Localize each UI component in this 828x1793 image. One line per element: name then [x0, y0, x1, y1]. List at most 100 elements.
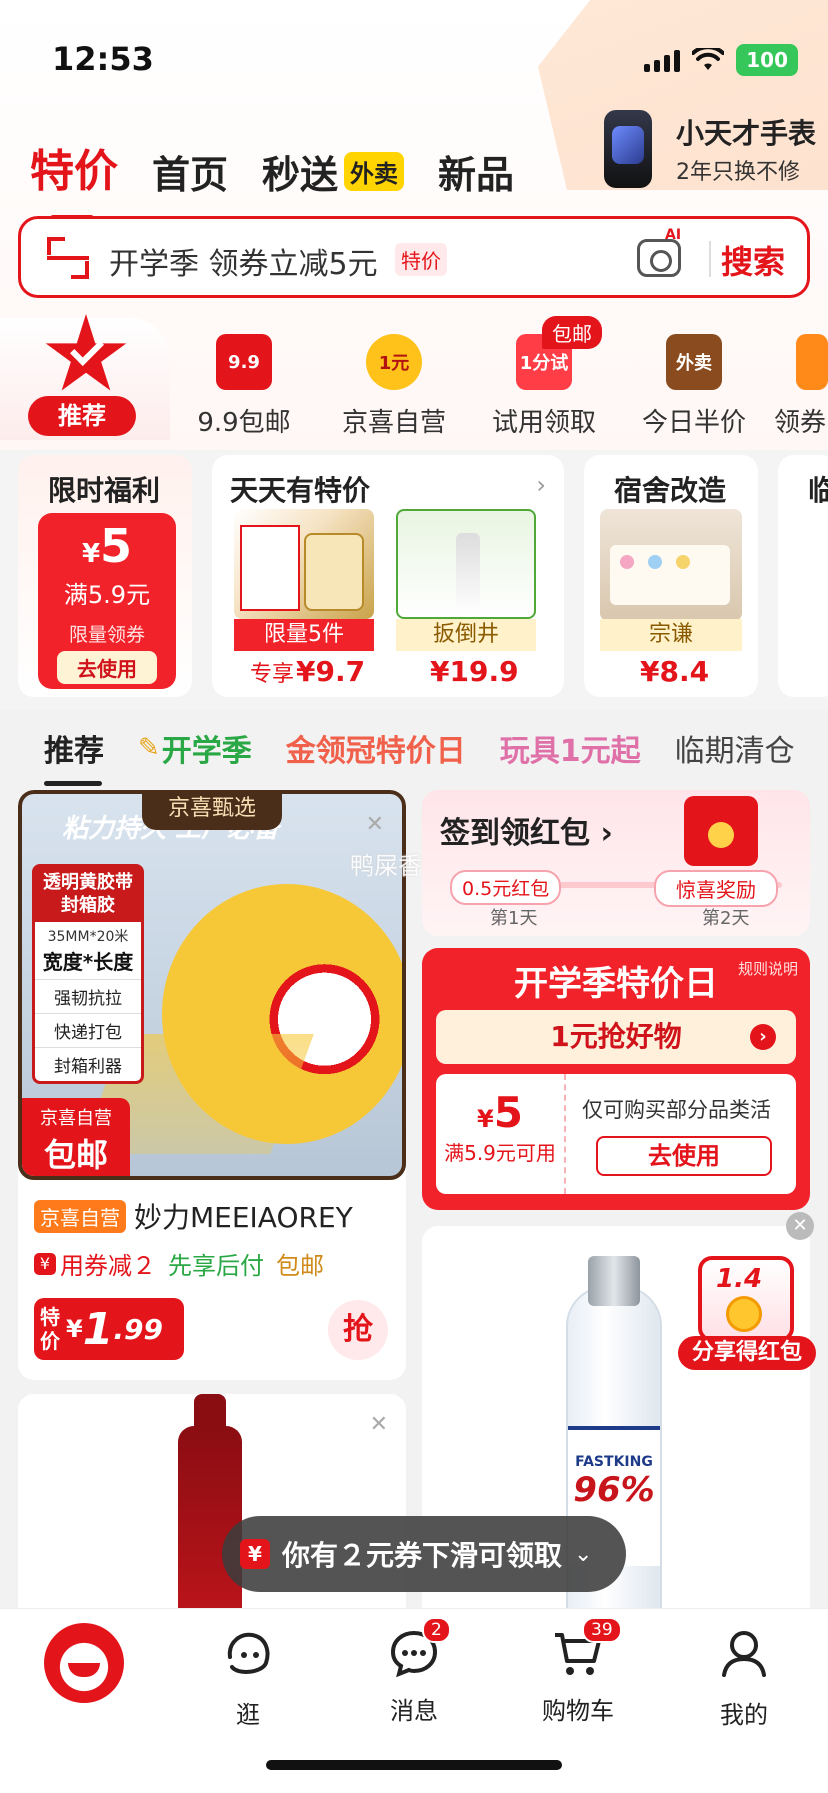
- daily-deal-card[interactable]: 天天有特价 › 限量5件 专享 ¥9.7 扳倒井 ¥19.9: [212, 455, 564, 697]
- category-trial[interactable]: 1分试 试用领取: [474, 334, 614, 439]
- signin-card[interactable]: 签到领红包 › 0.5元红包 惊喜奖励 第1天 第2天: [422, 790, 810, 936]
- product-image[interactable]: [600, 509, 742, 621]
- product-image[interactable]: 粘力持久 工厂必备 透明黄胶带 封箱胶 35MM*20米 宽度*长度 强韧抗拉 …: [18, 790, 406, 1180]
- bag-99-icon: 9.9: [216, 334, 272, 390]
- price-decimal: .99: [113, 1312, 163, 1346]
- share-label[interactable]: 分享得红包: [678, 1336, 816, 1370]
- use-coupon-button[interactable]: 去使用: [596, 1136, 772, 1176]
- coupon-condition: 满5.9元可用: [444, 1141, 556, 1165]
- one-yuan-deal-text: 1元抢好物: [550, 1020, 682, 1053]
- category-label: 领券: [774, 408, 827, 438]
- card-title: 限时福利: [48, 474, 161, 507]
- category-label: 京喜自营: [341, 408, 446, 438]
- grab-button[interactable]: 抢: [328, 1300, 388, 1360]
- search-input[interactable]: 开学季 领券立减5元: [109, 239, 378, 283]
- status-time: 12:53: [52, 40, 154, 78]
- tab-home[interactable]: 首页: [152, 144, 228, 199]
- special-price-label: 特价: [40, 1305, 60, 1353]
- search-divider: [709, 241, 711, 277]
- category-half-price[interactable]: 外卖 今日半价: [624, 334, 764, 439]
- chevron-down-icon: ⌄: [574, 1541, 593, 1567]
- pattern-dot: [676, 555, 690, 569]
- nav-profile[interactable]: 我的: [684, 1627, 804, 1730]
- search-bar[interactable]: 开学季 领券立减5元 特价 AI 搜索: [18, 216, 810, 298]
- price-integer: 1: [82, 1303, 114, 1355]
- feed-tab-recommend[interactable]: 推荐: [44, 726, 104, 786]
- spec-head: 透明黄胶带 封箱胶: [35, 867, 141, 922]
- category-jingxi-self[interactable]: 1元 京喜自营: [324, 334, 464, 439]
- exclusive-label: 专享: [250, 662, 295, 687]
- profile-icon: [722, 1631, 766, 1677]
- feed-tab-clearance[interactable]: 临期清仓: [675, 726, 795, 770]
- header-promo-title[interactable]: 小天才手表: [676, 112, 816, 152]
- rules-link[interactable]: 规则说明: [738, 958, 798, 979]
- coupon-icon: ¥: [240, 1539, 270, 1569]
- category-coupon[interactable]: 领券: [774, 334, 828, 439]
- signin-step-1[interactable]: 0.5元红包: [450, 870, 562, 905]
- tab-new[interactable]: 新品: [438, 144, 514, 199]
- search-tag: 特价: [395, 243, 447, 276]
- signin-title[interactable]: 签到领红包 ›: [440, 808, 613, 852]
- close-icon[interactable]: ✕: [366, 812, 384, 837]
- takeout-box-icon: 外卖: [666, 334, 722, 390]
- search-button[interactable]: 搜索: [721, 237, 785, 283]
- category-99[interactable]: 9.9 9.9包邮: [174, 334, 314, 439]
- camera-icon[interactable]: [637, 239, 681, 277]
- card-title: 宿舍改造: [614, 474, 727, 507]
- header-promo-subtitle[interactable]: 2年只换不修: [676, 154, 800, 186]
- feed-tab-school[interactable]: ✎ 开学季: [138, 726, 252, 770]
- wifi-icon: [692, 48, 725, 70]
- nav-label: 消息: [390, 1697, 438, 1725]
- product-image[interactable]: [396, 509, 536, 619]
- tab-tejia[interactable]: 特价: [30, 135, 118, 221]
- partial-card[interactable]: 临: [778, 455, 828, 697]
- tab-miaosong[interactable]: 秒送 外卖: [262, 144, 405, 199]
- pencil-icon: ✎: [138, 733, 160, 763]
- medicine-jar: [304, 533, 364, 611]
- feed-tab-label: 开学季: [161, 734, 252, 769]
- feed-tab-milk[interactable]: 金领冠特价日: [286, 726, 466, 770]
- coupon-tag: ¥ 用券减２: [34, 1246, 156, 1281]
- product-card[interactable]: ✕: [18, 1394, 406, 1634]
- product-tag: 宗谦: [600, 619, 742, 651]
- one-yuan-deal[interactable]: 1元抢好物 ›: [436, 1010, 796, 1064]
- liquor-bottle: [456, 533, 480, 615]
- school-sale-card[interactable]: 开学季特价日 规则说明 1元抢好物 › ¥5 满5.9元可用 仅可购买部分品类活…: [422, 948, 810, 1210]
- watermark: 鸭屎香: [350, 852, 422, 880]
- nav-messages[interactable]: 2 消息: [354, 1617, 474, 1726]
- price-value: ¥8.4: [640, 655, 710, 688]
- battery-indicator: 100: [736, 44, 798, 76]
- top-badge: 京喜甄选: [142, 790, 282, 830]
- category-recommend[interactable]: 推荐: [28, 396, 136, 436]
- product-card[interactable]: 粘力持久 工厂必备 透明黄胶带 封箱胶 35MM*20米 宽度*长度 强韧抗拉 …: [18, 790, 406, 1380]
- pay-later-tag: 先享后付: [168, 1252, 264, 1280]
- welfare-coupon[interactable]: ¥5 满5.9元 限量领券 去使用: [38, 513, 176, 689]
- free-shipping-badge: 包邮: [542, 316, 602, 349]
- mascot-icon[interactable]: [44, 1623, 124, 1703]
- spec-feature: 封箱利器: [35, 1046, 141, 1081]
- nav-browse[interactable]: 逛: [188, 1627, 308, 1730]
- home-indicator[interactable]: [266, 1760, 562, 1770]
- product-image[interactable]: [234, 509, 374, 619]
- limited-welfare-card[interactable]: 限时福利 ¥5 满5.9元 限量领券 去使用: [18, 455, 192, 697]
- close-icon[interactable]: ✕: [370, 1412, 388, 1437]
- shipping-tag: 包邮: [276, 1252, 324, 1280]
- nav-label: 逛: [236, 1701, 260, 1729]
- watch-product-icon[interactable]: [604, 110, 652, 188]
- coupon-toast[interactable]: ¥ 你有２元券下滑可领取 ⌄: [222, 1516, 626, 1592]
- chevron-right-icon[interactable]: ›: [536, 471, 546, 499]
- share-red-packet[interactable]: 1.4 分享得红包: [678, 1246, 816, 1376]
- scan-line: [47, 256, 89, 260]
- feed-tabs: 推荐 ✎ 开学季 金领冠特价日 玩具1元起 临期清仓: [44, 726, 795, 786]
- dorm-card[interactable]: 宿舍改造 宗谦 ¥8.4: [584, 455, 758, 697]
- nav-cart[interactable]: 39 购物车: [518, 1617, 638, 1726]
- close-float-icon[interactable]: ✕: [786, 1212, 814, 1240]
- price-currency: ¥: [66, 1315, 83, 1343]
- arrow-right-icon: ›: [750, 1024, 776, 1050]
- product-title[interactable]: 京喜自营 妙力MEEIAOREY: [34, 1196, 353, 1236]
- coupon-condition: 满5.9元: [63, 581, 151, 609]
- signin-step-2[interactable]: 惊喜奖励: [654, 870, 778, 907]
- use-coupon-button[interactable]: 去使用: [57, 651, 157, 684]
- product-tag: 限量5件: [234, 619, 374, 651]
- feed-tab-toys[interactable]: 玩具1元起: [500, 726, 641, 770]
